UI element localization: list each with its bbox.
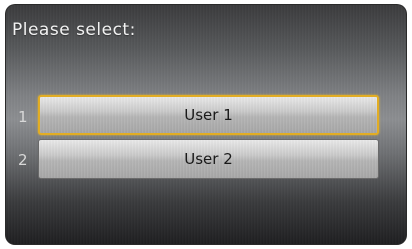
- user-1-button[interactable]: User 1: [38, 95, 379, 135]
- option-number-1: 1: [18, 108, 28, 126]
- navigation-screen: Please select: 1 User 1 2 User 2: [5, 4, 407, 245]
- page-title: Please select:: [12, 20, 136, 40]
- user-2-button[interactable]: User 2: [38, 139, 379, 179]
- option-number-2: 2: [18, 151, 28, 169]
